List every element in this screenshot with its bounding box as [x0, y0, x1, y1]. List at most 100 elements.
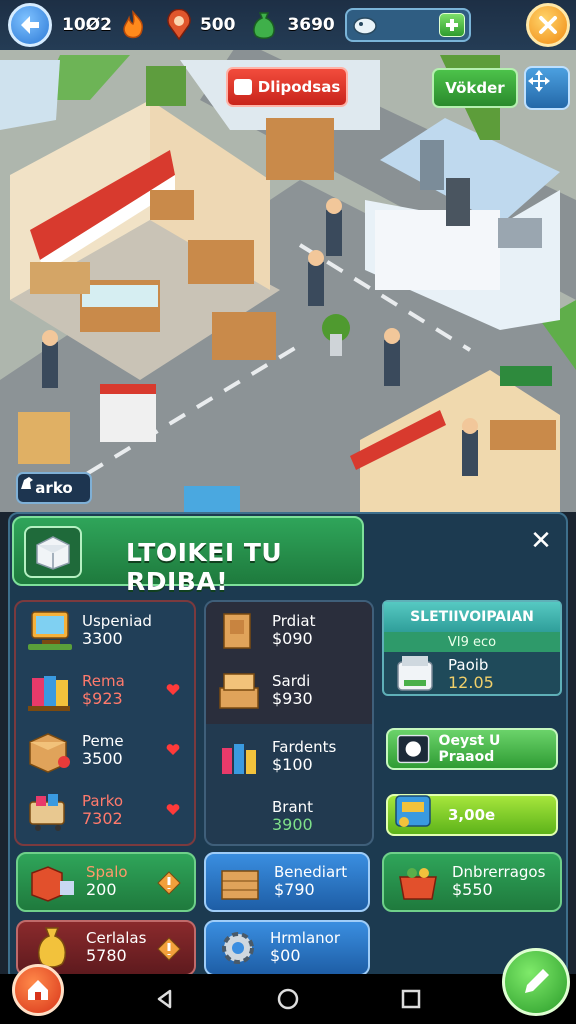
coins-value: 10Ø2	[62, 15, 112, 35]
store-panel: LTOIKEI TU RDIBA! ✕ Uspeniad 3300 Rema $92…	[8, 512, 568, 982]
offer-button[interactable]: Oeyst U Praaod	[386, 728, 558, 770]
sale-product[interactable]: Paoib 12.05	[390, 652, 494, 698]
sale-product-price: 12.05	[448, 673, 494, 693]
buy-button-label: 3,00e	[448, 806, 496, 824]
bottles-icon	[222, 744, 256, 774]
coins-counter: 10Ø2	[62, 8, 150, 42]
worker-button[interactable]: Vökder	[432, 68, 518, 108]
cash-value: 3690	[287, 15, 335, 35]
list-item[interactable]: Uspeniad 3300	[24, 608, 152, 654]
cash-register-icon	[395, 795, 431, 827]
crate-stack-icon	[219, 673, 259, 709]
gear-icon	[222, 932, 254, 964]
item-price: 3300	[82, 629, 123, 649]
area-chip[interactable]: arko	[16, 472, 92, 504]
dispense-icon	[233, 79, 252, 95]
bird-icon	[353, 17, 377, 35]
edit-button[interactable]	[502, 948, 570, 1016]
gems-value: 500	[199, 15, 236, 35]
sale-title: SLETIIVOIPAIAN	[384, 602, 560, 632]
list-item[interactable]: Peme 3500	[24, 728, 124, 774]
card-name: Cerlalas	[86, 929, 147, 948]
box-icon	[29, 733, 70, 773]
package-icon	[24, 526, 82, 578]
card-price: 200	[86, 880, 117, 900]
shop-card[interactable]: Spalo 200	[16, 852, 196, 912]
card-name: Hrmlanor	[270, 929, 341, 948]
item-price: 7302	[82, 809, 123, 829]
gift-box-icon	[28, 676, 70, 711]
dispense-label: Dlipodsas	[257, 78, 341, 96]
shop-home-button[interactable]	[12, 964, 64, 1016]
list-item[interactable]: Parko 7302	[24, 788, 123, 834]
card-price: 5780	[86, 946, 127, 966]
store-map-view[interactable]: Dlipodsas Vökder arko	[0, 0, 576, 512]
pencil-icon	[525, 969, 549, 993]
top-hud: 10Ø2 500 3690	[0, 0, 576, 50]
printer-icon	[397, 656, 433, 691]
heart-icon	[166, 804, 180, 815]
item-price: 3500	[82, 749, 123, 769]
crate-icon	[223, 613, 251, 649]
panel-title: LTOIKEI TU RDIBA!	[126, 538, 283, 596]
worker-label: Vökder	[445, 79, 505, 97]
shop-card[interactable]: Dnbrerragos $550	[382, 852, 562, 912]
soccer-tv-icon	[397, 734, 430, 764]
card-price: $550	[452, 880, 493, 900]
badge-icon	[157, 937, 181, 961]
list-item[interactable]: Prdiat $090	[214, 608, 315, 654]
money-sack-icon	[247, 8, 281, 42]
column-middle: Prdiat $090 Sardi $930 Fardents $100 Brant 3…	[204, 600, 374, 846]
sale-subtitle: VI9 eco	[384, 632, 560, 652]
card-price: $00	[270, 946, 301, 966]
house-icon	[28, 980, 48, 1000]
pin-icon	[162, 8, 196, 42]
close-star-icon	[539, 16, 557, 34]
heart-icon	[166, 684, 180, 695]
item-name: Parko	[82, 792, 124, 811]
plus-icon	[445, 19, 458, 31]
close-button[interactable]: ✕	[524, 524, 558, 558]
boost-plus-button[interactable]	[438, 13, 465, 37]
back-button[interactable]	[8, 3, 52, 47]
card-name: Spalo	[86, 863, 128, 882]
nav-back-icon[interactable]	[154, 988, 176, 1010]
list-item[interactable]: Rema $923	[24, 668, 125, 714]
crate-icon	[221, 870, 259, 900]
item-price: $923	[82, 689, 123, 709]
item-name: Rema	[82, 672, 125, 691]
item-name: Uspeniad	[82, 612, 152, 631]
system-nav-bar	[0, 974, 576, 1024]
list-item[interactable]: Brant 3900	[214, 794, 313, 840]
panel-header: LTOIKEI TU RDIBA!	[12, 516, 364, 596]
cash-counter: 3690	[247, 8, 335, 42]
map-move-button[interactable]	[524, 66, 570, 110]
gems-counter: 500	[162, 8, 236, 42]
badge-icon	[157, 871, 181, 895]
computer-icon	[28, 611, 72, 650]
boost-bar[interactable]	[344, 8, 471, 42]
item-price: $100	[272, 755, 313, 775]
area-label: arko	[35, 479, 73, 497]
heart-icon	[166, 744, 180, 755]
horse-icon	[21, 477, 33, 489]
dispense-button[interactable]: Dlipodsas	[226, 67, 348, 107]
item-price: $090	[272, 629, 313, 649]
nav-home-icon[interactable]	[276, 987, 300, 1011]
column-left: Uspeniad 3300 Rema $923 Peme 3500 Parko 7302	[14, 600, 196, 846]
arrow-left-icon	[21, 16, 39, 34]
offer-button-label: Oeyst U Praaod	[438, 733, 501, 765]
shop-card[interactable]: Benediart $790	[204, 852, 370, 912]
list-item[interactable]: Fardents $100	[214, 734, 336, 780]
cube-icon	[31, 866, 74, 902]
buy-button[interactable]: 3,00e	[386, 794, 558, 836]
item-name: Peme	[82, 732, 124, 751]
list-item[interactable]: Sardi $930	[214, 668, 313, 714]
move-arrows-icon	[528, 70, 550, 92]
shop-card[interactable]: Hrmlanor $00	[204, 920, 370, 976]
cart-icon	[29, 794, 65, 831]
settings-button[interactable]	[526, 3, 570, 47]
item-price: $930	[272, 689, 313, 709]
flame-icon	[116, 8, 150, 42]
nav-recents-icon[interactable]	[400, 988, 422, 1010]
